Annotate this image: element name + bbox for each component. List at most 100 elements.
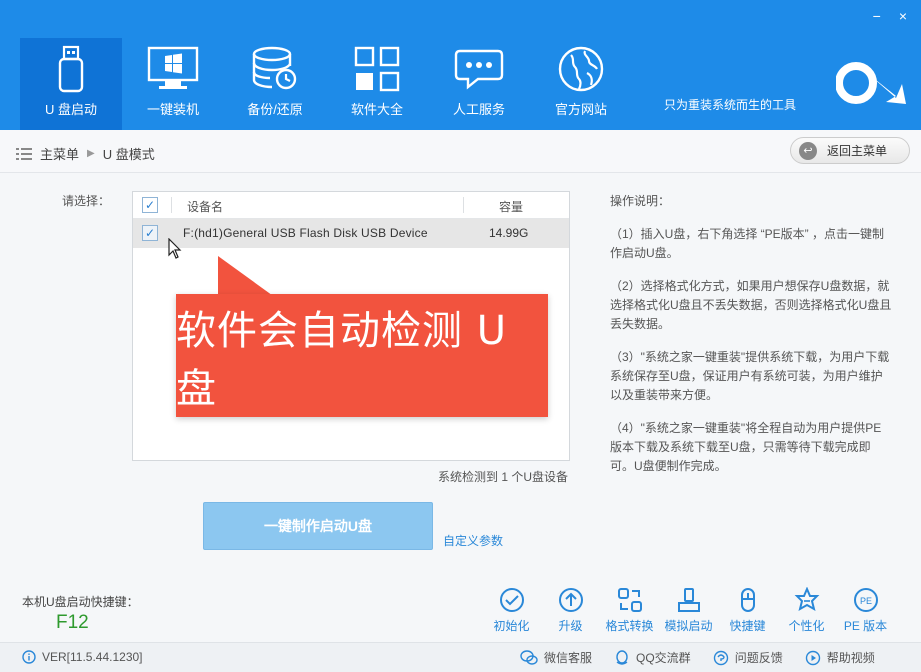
close-button[interactable]: × — [899, 8, 907, 24]
callout-text: 软件会自动检测 U 盘 — [176, 307, 507, 412]
windows-monitor-icon — [146, 44, 200, 94]
tool-pe-version[interactable]: PE PE 版本 — [836, 586, 895, 634]
link-label: 问题反馈 — [734, 651, 783, 665]
tool-label: 快捷键 — [729, 619, 766, 633]
device-table-header: ✓ 设备名 容量 — [133, 192, 569, 219]
nav-label: U 盘启动 — [44, 102, 97, 117]
make-bootable-usb-button[interactable]: 一键制作启动U盘 — [203, 502, 433, 550]
main-nav: U 盘启动 一键装机 备份/还原 软件大全 人工服务 官方网站 — [20, 38, 632, 130]
callout-pointer — [218, 256, 276, 298]
breadcrumb-bar: 主菜单 ▶ U 盘模式 — [0, 130, 921, 173]
nav-one-click-install[interactable]: 一键装机 — [122, 38, 224, 130]
breadcrumb-root[interactable]: 主菜单 — [40, 144, 79, 163]
hotkey-label: 本机U盘启动快捷键： — [22, 595, 139, 609]
hotkey-value: F12 — [56, 612, 89, 633]
nav-label: 一键装机 — [146, 102, 199, 117]
nav-label: 备份/还原 — [247, 102, 303, 117]
database-backup-icon — [248, 44, 302, 94]
custom-params-link[interactable]: 自定义参数 — [443, 532, 503, 549]
usb-drive-icon — [44, 44, 98, 94]
nav-label: 官方网站 — [554, 102, 607, 117]
instructions-title: 操作说明： — [610, 194, 671, 208]
device-capacity: 14.99G — [489, 226, 529, 240]
column-device-name: 设备名 — [187, 200, 224, 214]
help-video-icon — [805, 650, 820, 665]
tool-hotkey[interactable]: 快捷键 — [718, 586, 777, 634]
tool-label: 模拟启动 — [664, 619, 713, 633]
tool-simulate-boot[interactable]: 模拟启动 — [659, 586, 718, 634]
tool-upgrade[interactable]: 升级 — [541, 586, 600, 634]
simulate-boot-icon — [675, 586, 703, 614]
auto-detect-callout: 软件会自动检测 U 盘 — [176, 294, 548, 417]
slogan: 只为重装系统而生的工具 — [664, 98, 797, 112]
mouse-pointer-icon — [168, 238, 182, 259]
globe-icon — [554, 44, 608, 94]
tool-label: 个性化 — [788, 619, 825, 633]
wechat-service-link[interactable]: 微信客服 — [520, 649, 592, 666]
qq-icon — [616, 649, 628, 665]
breadcrumb: 主菜单 ▶ U 盘模式 — [16, 144, 155, 163]
format-convert-icon — [616, 586, 644, 614]
nav-backup-restore[interactable]: 备份/还原 — [224, 38, 326, 130]
instructions-panel: 操作说明： （1）插入U盘，右下角选择 “PE版本” ，点击一键制作启动U盘。 … — [610, 192, 892, 490]
svg-text:PE: PE — [859, 596, 871, 606]
nav-usb-boot[interactable]: U 盘启动 — [20, 38, 122, 130]
nav-label: 软件大全 — [350, 102, 403, 117]
brand-logo — [836, 62, 906, 104]
link-label: QQ交流群 — [636, 651, 691, 665]
back-to-main-button[interactable]: ↩ 返回主菜单 — [790, 137, 910, 164]
instruction-item: （4）"系统之家一键重装"将全程自动为用户提供PE版本下载及系统下载至U盘，只需… — [610, 421, 882, 473]
back-button-label: 返回主菜单 — [827, 144, 888, 158]
column-capacity: 容量 — [499, 200, 524, 214]
pe-badge-icon: PE — [852, 586, 880, 614]
feedback-icon — [713, 650, 728, 665]
detect-info: 系统检测到 1 个U盘设备 — [438, 470, 569, 484]
check-circle-icon — [498, 586, 526, 614]
feedback-link[interactable]: 问题反馈 — [713, 649, 783, 666]
column-divider — [171, 197, 172, 213]
link-label: 微信客服 — [544, 651, 593, 665]
version-text: VER[11.5.44.1230] — [42, 650, 143, 664]
apps-grid-icon — [350, 44, 404, 94]
nav-service[interactable]: 人工服务 — [428, 38, 530, 130]
instruction-item: （2）选择格式化方式，如果用户想保存U盘数据，就选择格式化U盘且不丢失数据，否则… — [610, 279, 892, 331]
chat-bubble-icon — [452, 44, 506, 94]
device-name: F:(hd1)General USB Flash Disk USB Device — [183, 226, 428, 240]
instruction-item: （3）"系统之家一键重装"提供系统下载，为用户下载系统保存至U盘，保证用户有系统… — [610, 350, 890, 402]
status-links: 微信客服 QQ交流群 问题反馈 帮助视频 — [520, 649, 875, 666]
top-bar: − × U 盘启动 一键装机 备份/还原 软件大全 人工服务 官方网站 只为重装… — [0, 0, 921, 130]
table-row[interactable]: ✓ F:(hd1)General USB Flash Disk USB Devi… — [133, 219, 569, 248]
nav-website[interactable]: 官方网站 — [530, 38, 632, 130]
info-icon — [22, 650, 36, 664]
menu-list-icon — [16, 147, 32, 160]
tool-personalize[interactable]: 个性化 — [777, 586, 836, 634]
tool-label: 升级 — [558, 619, 583, 633]
personalize-icon — [793, 586, 821, 614]
upgrade-arrow-icon — [557, 586, 585, 614]
breadcrumb-current: U 盘模式 — [102, 147, 155, 162]
select-all-checkbox[interactable]: ✓ — [142, 197, 158, 213]
back-arrow-icon: ↩ — [799, 141, 817, 160]
chevron-right-icon: ▶ — [87, 148, 95, 159]
mouse-icon — [734, 586, 762, 614]
window-controls: − × — [873, 8, 907, 24]
status-bar: VER[11.5.44.1230] 微信客服 QQ交流群 问题反馈 帮助视频 — [0, 642, 921, 672]
column-divider — [463, 197, 464, 213]
qq-group-link[interactable]: QQ交流群 — [614, 649, 691, 666]
minimize-button[interactable]: − — [873, 8, 881, 24]
choose-label: 请选择： — [62, 194, 111, 208]
tool-label: PE 版本 — [843, 619, 888, 633]
tool-initialize[interactable]: 初始化 — [482, 586, 541, 634]
device-checkbox[interactable]: ✓ — [142, 225, 158, 241]
version-info: VER[11.5.44.1230] — [22, 650, 143, 664]
tool-label: 初始化 — [493, 619, 530, 633]
nav-software[interactable]: 软件大全 — [326, 38, 428, 130]
nav-label: 人工服务 — [452, 102, 505, 117]
wechat-icon — [520, 649, 538, 665]
tool-label: 格式转换 — [605, 619, 654, 633]
tool-format-convert[interactable]: 格式转换 — [600, 586, 659, 634]
tools-bar: 初始化 升级 格式转换 模拟启动 快捷键 个性化 PE PE 版本 — [482, 586, 895, 634]
link-label: 帮助视频 — [826, 651, 875, 665]
instruction-item: （1）插入U盘，右下角选择 “PE版本” ，点击一键制作启动U盘。 — [610, 227, 885, 260]
help-video-link[interactable]: 帮助视频 — [805, 649, 875, 666]
